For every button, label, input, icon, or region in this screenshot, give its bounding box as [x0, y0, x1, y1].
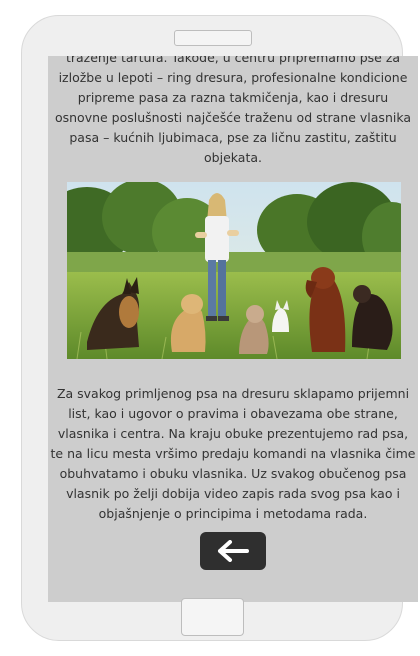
home-button[interactable] — [181, 598, 244, 636]
arrow-left-icon — [218, 540, 249, 562]
back-button[interactable] — [200, 532, 266, 570]
process-paragraph: Za svakog primljenog psa na dresuru skla… — [50, 386, 416, 521]
phone-speaker — [174, 30, 252, 46]
dog-training-photo — [67, 182, 401, 359]
phone-frame: traženje tartufa. Takođe, u centru pripr… — [21, 15, 418, 641]
intro-paragraph: traženje tartufa. Takođe, u centru pripr… — [54, 56, 412, 165]
phone-screen[interactable]: traženje tartufa. Takođe, u centru pripr… — [48, 56, 418, 602]
